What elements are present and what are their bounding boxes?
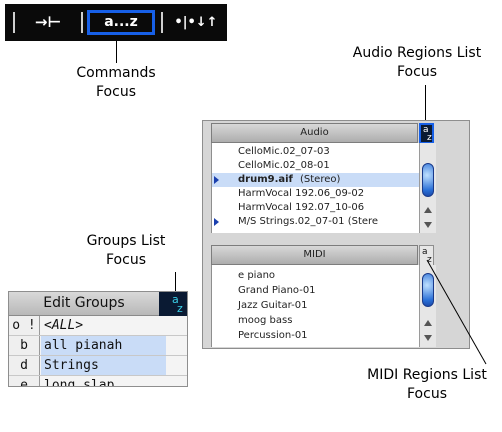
edit-groups-panel: Edit Groups a z o ! <ALL> b all pianah d… [8, 291, 188, 387]
arrow-to-boundary-icon[interactable]: →⊢ [21, 10, 75, 35]
list-item[interactable]: CelloMic.02_08-01 [212, 159, 419, 173]
expand-triangle-icon[interactable] [214, 218, 219, 226]
audio-list-scrollbar[interactable] [419, 143, 436, 233]
groups-callout-line [175, 272, 176, 292]
scroll-down-icon[interactable] [424, 222, 432, 228]
audio-regions-focus-callout: Audio Regions List Focus [352, 45, 482, 80]
list-item[interactable]: Percussion-01 [212, 329, 419, 343]
list-item[interactable]: HarmVocal 192.07_10-06 [212, 201, 419, 215]
midi-callout-line [426, 259, 487, 365]
list-item[interactable]: HarmVocal 192.06_09-02 [212, 187, 419, 201]
list-item[interactable]: drum9.aif (Stereo) [212, 173, 419, 187]
groups-az-focus-key[interactable]: a z [159, 292, 187, 316]
list-item[interactable]: e piano [212, 269, 419, 283]
audio-az-focus-key[interactable]: a z [419, 123, 434, 144]
group-row[interactable]: e long slap [9, 376, 187, 386]
commands-focus-callout: Commands Focus [76, 65, 156, 100]
scroll-up-icon[interactable] [424, 207, 432, 213]
toolbar-separator [81, 12, 83, 33]
list-item[interactable]: M/S Strings.02_07-01 (Stere [212, 215, 419, 229]
midi-note-sort-icon[interactable]: •|•↓↑ [167, 10, 225, 35]
group-row[interactable]: d Strings [9, 356, 187, 376]
alphabetical-sort-icon[interactable]: a...z [87, 10, 155, 35]
list-item[interactable]: Grand Piano-01 [212, 284, 419, 298]
expand-triangle-icon[interactable] [214, 176, 219, 184]
list-item[interactable]: moog bass [212, 314, 419, 328]
group-row[interactable]: b all pianah [9, 336, 187, 356]
commands-callout-line [116, 41, 117, 63]
toolbar-separator [13, 12, 15, 33]
commands-toolbar: →⊢ a...z •|•↓↑ [5, 4, 227, 41]
group-row-all[interactable]: o ! <ALL> [9, 316, 187, 336]
list-item[interactable]: Jazz Guitar-01 [212, 299, 419, 313]
midi-regions-focus-callout: MIDI Regions List Focus [367, 367, 487, 402]
midi-regions-header[interactable]: MIDI [211, 245, 418, 265]
edit-groups-header[interactable]: Edit Groups [9, 292, 159, 316]
list-item[interactable]: CelloMic.02_07-03 [212, 145, 419, 159]
scroll-thumb[interactable] [422, 163, 434, 197]
audio-regions-list[interactable]: CelloMic.02_07-03 CelloMic.02_08-01 drum… [211, 143, 436, 233]
midi-regions-list[interactable]: e piano Grand Piano-01 Jazz Guitar-01 mo… [211, 265, 436, 347]
toolbar-separator [161, 12, 163, 33]
audio-regions-header[interactable]: Audio [211, 123, 418, 143]
groups-focus-callout: Groups List Focus [86, 233, 166, 268]
audio-callout-line [425, 85, 426, 123]
